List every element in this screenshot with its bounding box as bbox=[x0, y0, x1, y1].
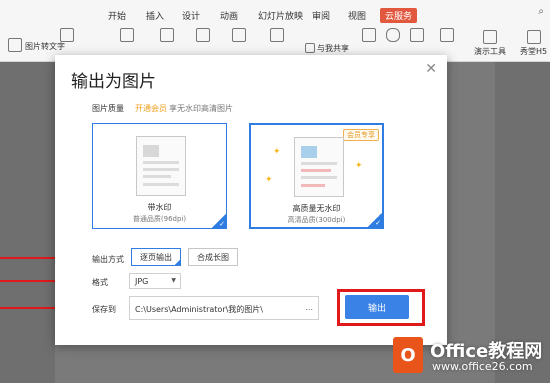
sparkle-icon: ✦ bbox=[355, 161, 363, 171]
export-highlight-frame bbox=[337, 289, 425, 326]
sparkle-icon: ✦ bbox=[265, 175, 273, 185]
page-preview bbox=[136, 136, 186, 196]
chevron-down-icon: ▼ bbox=[171, 277, 176, 284]
option-sub: 普通品质(96dpi) bbox=[132, 215, 187, 223]
check-icon: ✓ bbox=[368, 213, 382, 227]
tool-icon bbox=[60, 28, 74, 42]
save-path-input[interactable]: C:\Users\Administrator\我的图片\ ... bbox=[129, 296, 319, 320]
tab-animation[interactable]: 动画 bbox=[220, 9, 238, 22]
tab-review[interactable]: 审阅 bbox=[312, 9, 330, 22]
sparkle-icon: ✦ bbox=[273, 147, 281, 157]
image-to-text-icon bbox=[8, 38, 22, 52]
browse-button[interactable]: ... bbox=[305, 303, 313, 312]
search-icon[interactable]: ⌕ bbox=[538, 6, 544, 17]
ribbon-tabs: 开始 插入 设计 动画 幻灯片放映 审阅 视图 云服务 bbox=[0, 8, 550, 25]
save-to-label: 保存到 bbox=[92, 305, 116, 314]
tool-label: 演示工具 bbox=[474, 47, 506, 56]
save-path-value: C:\Users\Administrator\我的图片\ bbox=[135, 305, 263, 314]
tool-label: 秀堂H5 bbox=[520, 47, 548, 55]
format-value: JPG bbox=[135, 277, 149, 286]
dialog-title: 输出为图片 bbox=[71, 72, 156, 92]
option-name: 高质量无水印 bbox=[292, 204, 341, 213]
long-image-button[interactable]: 合成长图 bbox=[188, 248, 238, 266]
open-vip-link[interactable]: 开通会员 bbox=[135, 103, 167, 114]
tool-label: 与我共享 bbox=[317, 43, 349, 53]
tab-insert[interactable]: 插入 bbox=[146, 9, 164, 22]
tab-start[interactable]: 开始 bbox=[108, 9, 126, 22]
vip-badge: 会员专享 bbox=[343, 129, 379, 141]
page-by-page-button[interactable]: 逐页输出 bbox=[131, 248, 181, 266]
tool-icon bbox=[232, 28, 246, 42]
button-label: 合成长图 bbox=[197, 252, 229, 262]
format-label: 格式 bbox=[92, 278, 108, 287]
tab-slideshow[interactable]: 幻灯片放映 bbox=[258, 9, 303, 22]
vip-note: 享无水印高清图片 bbox=[169, 104, 233, 113]
tool-icon bbox=[362, 28, 376, 42]
tab-cloud-service[interactable]: 云服务 bbox=[380, 8, 418, 23]
tool-icon bbox=[440, 28, 454, 42]
watermark-url: www.office26.com bbox=[432, 360, 533, 373]
microphone-icon bbox=[386, 28, 400, 42]
tool-icon bbox=[410, 28, 424, 42]
tab-design[interactable]: 设计 bbox=[182, 9, 200, 22]
tool-label: 图片转文字 bbox=[25, 41, 65, 51]
office-logo-icon: O bbox=[393, 337, 423, 373]
tool-icon bbox=[270, 28, 284, 42]
h5-icon bbox=[526, 30, 541, 44]
quality-label: 图片质量 bbox=[92, 104, 124, 113]
quality-option-watermark[interactable]: 带水印 普通品质(96dpi) ✓ bbox=[92, 123, 227, 229]
tool-presentation-tools[interactable]: 演示工具 bbox=[474, 30, 506, 62]
close-icon[interactable]: ✕ bbox=[425, 61, 437, 77]
check-icon: ✓ bbox=[212, 214, 226, 228]
quality-option-hd[interactable]: 会员专享 ✦ ✦ ✦ 高质量无水印 高清品质(300dpi) ✓ bbox=[249, 123, 384, 229]
tab-view[interactable]: 视图 bbox=[348, 9, 366, 22]
button-label: 逐页输出 bbox=[140, 252, 172, 262]
format-select[interactable]: JPG ▼ bbox=[129, 273, 181, 289]
share-icon bbox=[305, 43, 315, 53]
site-watermark: O Office教程网 www.office26.com bbox=[385, 329, 550, 383]
presentation-tools-icon bbox=[483, 30, 497, 44]
page-preview bbox=[294, 137, 344, 197]
ribbon: 开始 插入 设计 动画 幻灯片放映 审阅 视图 云服务 ⌕ 图片转文字 与我共享… bbox=[0, 0, 550, 62]
option-name: 带水印 bbox=[147, 203, 172, 212]
output-mode-label: 输出方式 bbox=[92, 255, 124, 264]
tool-icon bbox=[196, 28, 210, 42]
tool-xiutang-h5[interactable]: 秀堂H5 bbox=[520, 30, 547, 62]
tool-icon bbox=[160, 28, 174, 42]
tool-icon bbox=[120, 28, 134, 42]
option-sub: 高清品质(300dpi) bbox=[287, 216, 346, 224]
